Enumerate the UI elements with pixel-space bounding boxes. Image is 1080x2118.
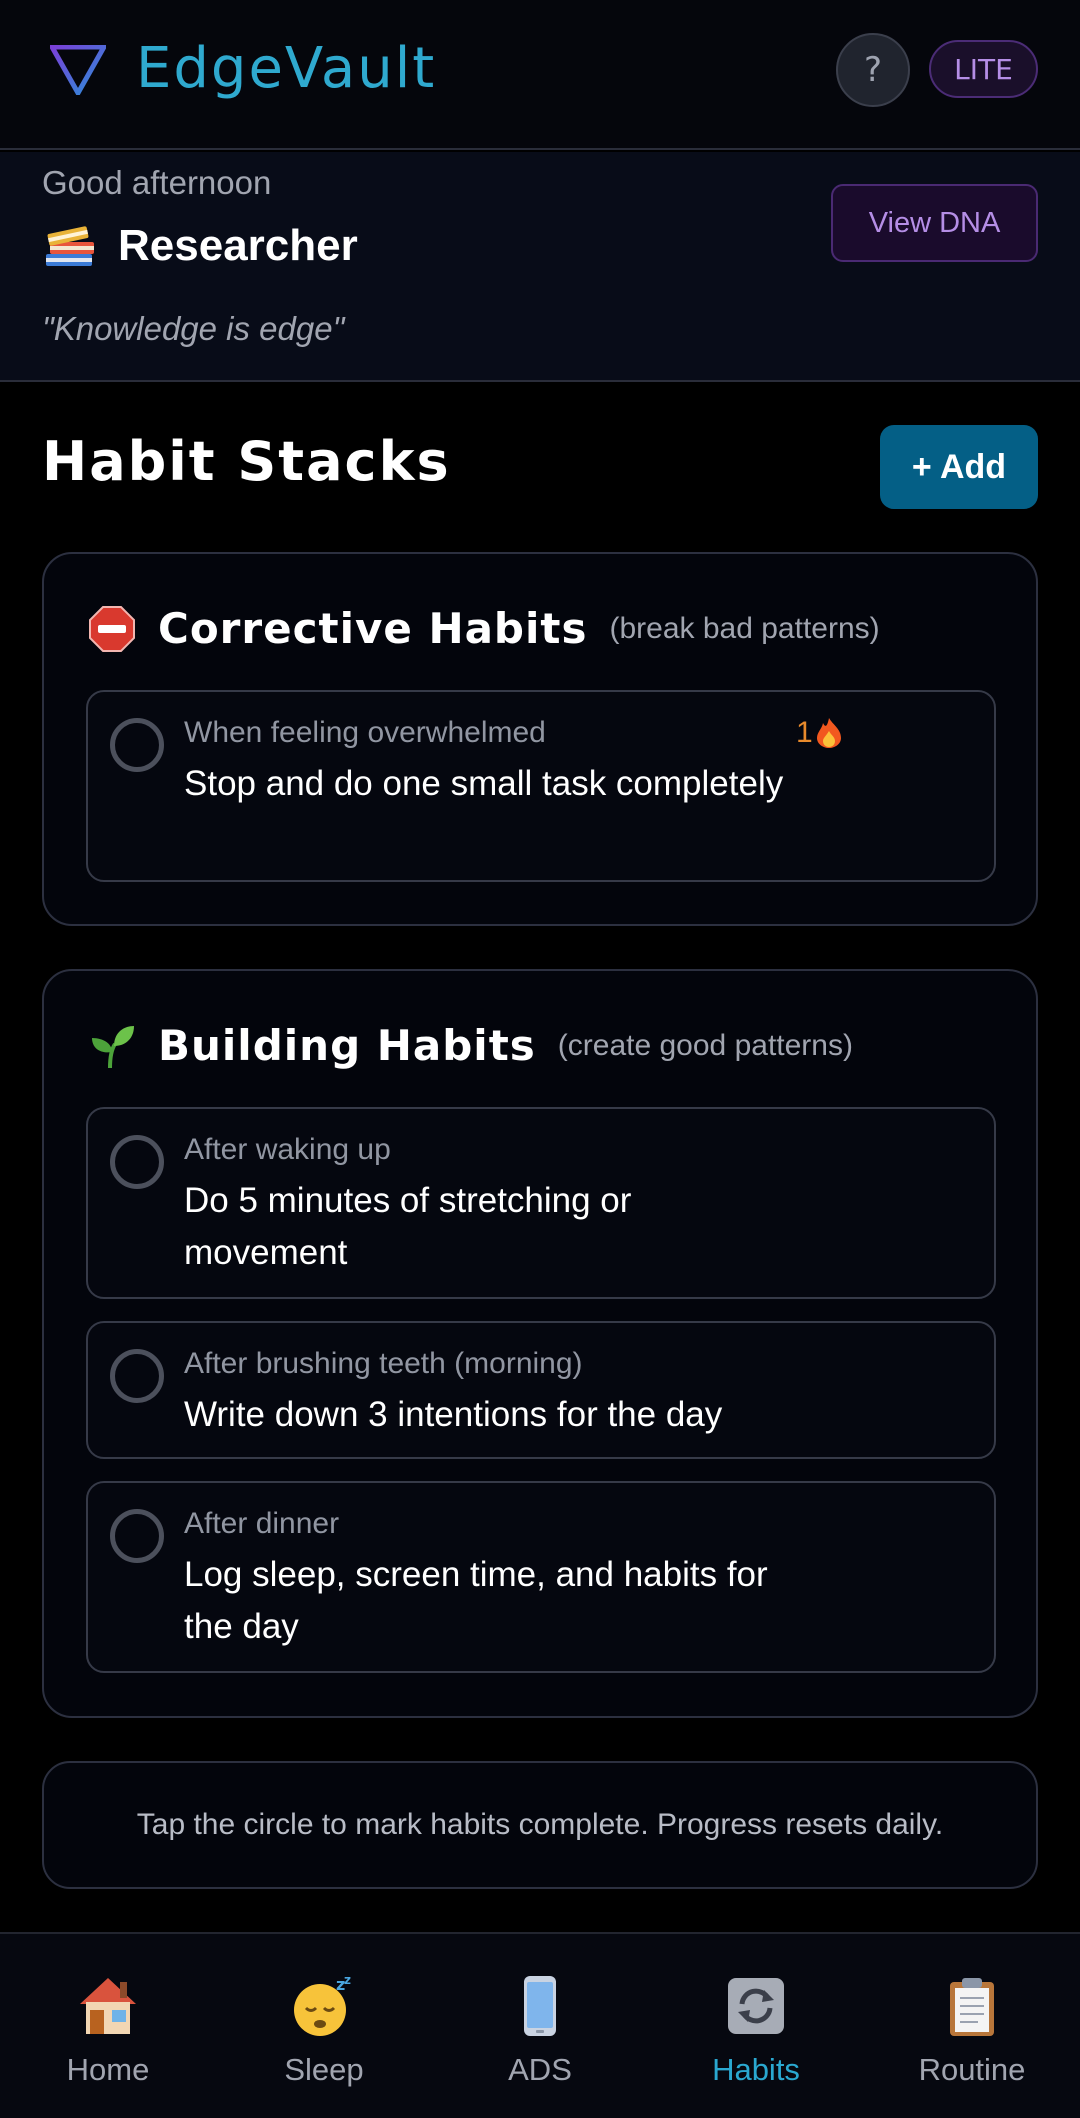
page-title: Habit Stacks <box>42 430 451 493</box>
help-tip: Tap the circle to mark habits complete. … <box>42 1761 1038 1889</box>
repeat-icon <box>728 1978 784 2034</box>
books-icon <box>46 226 94 266</box>
stack-subtitle: (create good patterns) <box>557 1028 853 1062</box>
complete-checkbox[interactable] <box>110 1509 164 1563</box>
clipboard-icon <box>950 1978 994 2036</box>
complete-checkbox[interactable] <box>110 1135 164 1189</box>
stack-subtitle: (break bad patterns) <box>609 611 880 645</box>
habit-action: Log sleep, screen time, and habits for t… <box>184 1555 768 1646</box>
help-button[interactable]: ? <box>836 33 910 107</box>
habit-item: After brushing teeth (morning) Write dow… <box>86 1321 996 1459</box>
habit-action: Do 5 minutes of stretching or movement <box>184 1181 632 1272</box>
nav-label: Sleep <box>284 2052 364 2087</box>
stack-title: Building Habits <box>158 1021 536 1070</box>
app-name: EdgeVault <box>136 36 437 101</box>
complete-checkbox[interactable] <box>110 1349 164 1403</box>
seedling-icon <box>92 1025 134 1068</box>
habit-item: After dinner Log sleep, screen time, and… <box>86 1481 996 1673</box>
stack-card-building: Building Habits (create good patterns) A… <box>42 969 1038 1718</box>
persona-name: Researcher <box>118 221 358 270</box>
nav-item-sleep[interactable]: z z Sleep <box>216 1934 432 2118</box>
stack-header: Corrective Habits (break bad patterns) <box>88 604 880 653</box>
persona-quote: "Knowledge is edge" <box>42 310 345 347</box>
greeting-text: Good afternoon <box>42 164 272 201</box>
complete-checkbox[interactable] <box>110 718 164 772</box>
streak-count: 1 <box>796 716 813 749</box>
top-bar: EdgeVault ? LITE <box>0 0 1080 150</box>
nav-item-ads[interactable]: ADS <box>432 1934 648 2118</box>
house-icon <box>80 1978 136 2034</box>
habit-item: After waking up Do 5 minutes of stretchi… <box>86 1107 996 1299</box>
stack-title: Corrective Habits <box>158 604 588 653</box>
nav-label: Home <box>66 2052 150 2087</box>
habit-action: Write down 3 intentions for the day <box>184 1395 723 1434</box>
stop-sign-icon <box>89 605 135 652</box>
streak-badge: 1 <box>796 716 843 750</box>
habit-trigger: After brushing teeth (morning) <box>184 1347 583 1380</box>
stack-header: Building Habits (create good patterns) <box>88 1021 853 1070</box>
habit-trigger: When feeling overwhelmed <box>184 716 546 749</box>
nav-item-home[interactable]: Home <box>0 1934 216 2118</box>
add-habit-button[interactable]: + Add <box>880 425 1038 509</box>
nav-item-routine[interactable]: Routine <box>864 1934 1080 2118</box>
phone-icon <box>524 1976 556 2036</box>
bottom-nav: Home z z Sleep ADS Habits Routine <box>0 1932 1080 2118</box>
plan-badge[interactable]: LITE <box>929 40 1038 98</box>
nav-label: Habits <box>712 2052 800 2087</box>
nav-label: ADS <box>508 2052 572 2087</box>
nav-label: Routine <box>918 2052 1026 2087</box>
nav-item-habits[interactable]: Habits <box>648 1934 864 2118</box>
svg-text:z: z <box>344 1974 351 1987</box>
sleeping-face-icon: z z <box>294 1974 351 2036</box>
logo-icon <box>50 45 106 95</box>
view-dna-button[interactable]: View DNA <box>831 184 1038 262</box>
stack-card-corrective: Corrective Habits (break bad patterns) W… <box>42 552 1038 926</box>
habit-trigger: After waking up <box>184 1133 391 1166</box>
habit-trigger: After dinner <box>184 1507 340 1540</box>
fire-icon <box>816 718 841 748</box>
habit-item: When feeling overwhelmed 1 Stop and do o… <box>86 690 996 882</box>
persona: Researcher <box>42 220 358 272</box>
greeting-panel: Good afternoon Researcher "Knowledge is … <box>0 152 1080 382</box>
habit-action: Stop and do one small task completely <box>184 764 784 803</box>
